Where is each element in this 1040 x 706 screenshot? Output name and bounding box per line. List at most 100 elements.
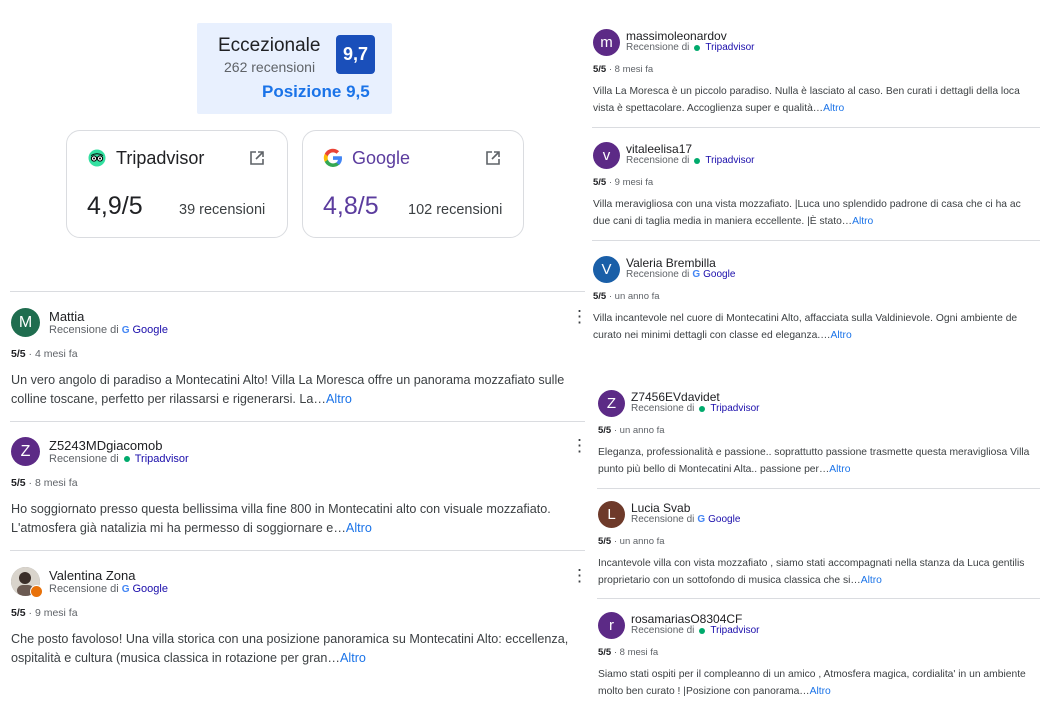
platform-rating: 4,9/5 bbox=[87, 192, 143, 220]
more-link[interactable]: Altro bbox=[831, 330, 852, 341]
more-link[interactable]: Altro bbox=[861, 575, 882, 586]
review-meta: 5/5 · 8 mesi fa bbox=[593, 64, 654, 75]
review-meta: 5/5 · 9 mesi fa bbox=[593, 177, 654, 188]
review-text-line: Villa La Moresca è un piccolo paradiso. … bbox=[593, 86, 1020, 97]
divider bbox=[10, 421, 585, 422]
google-logo-icon bbox=[322, 147, 344, 169]
source-prefix: Recensione di bbox=[626, 269, 690, 280]
divider bbox=[592, 240, 1040, 241]
avatar: M bbox=[11, 308, 40, 337]
more-link[interactable]: Altro bbox=[823, 103, 844, 114]
google-small-icon: G bbox=[697, 514, 706, 525]
review-text-line: Villa meravigliosa con una vista mozzafi… bbox=[593, 199, 1021, 210]
review-source: Recensione di Tripadvisor bbox=[626, 155, 754, 166]
tripadvisor-small-icon bbox=[699, 405, 706, 412]
review-meta: 5/5 · 8 mesi fa bbox=[11, 477, 78, 489]
divider bbox=[597, 598, 1040, 599]
source-link[interactable]: Google bbox=[708, 514, 740, 525]
tripadvisor-logo-icon bbox=[88, 149, 106, 167]
score-badge: 9,7 bbox=[336, 35, 375, 74]
source-prefix: Recensione di bbox=[631, 625, 695, 636]
review-text-line: vista è spettacolare. Accoglienza super … bbox=[593, 103, 845, 114]
source-prefix: Recensione di bbox=[49, 583, 119, 595]
review-source: Recensione di G Google bbox=[631, 514, 740, 525]
review-text-line: curato nei minimi dettagli con classe ed… bbox=[593, 330, 852, 341]
review-source: Recensione di Tripadvisor bbox=[49, 453, 189, 465]
review-card: Valentina Zona Recensione di G Google ⋮ … bbox=[10, 565, 588, 675]
more-options-icon[interactable]: ⋮ bbox=[571, 567, 588, 584]
avatar: r bbox=[598, 612, 625, 639]
reviewer-name: Mattia bbox=[49, 309, 85, 324]
source-link[interactable]: Tripadvisor bbox=[135, 453, 189, 465]
more-options-icon[interactable]: ⋮ bbox=[571, 437, 588, 454]
review-meta: 5/5 · un anno fa bbox=[598, 425, 665, 436]
divider bbox=[592, 127, 1040, 128]
source-prefix: Recensione di bbox=[631, 403, 695, 414]
review-source: Recensione di Tripadvisor bbox=[631, 403, 759, 414]
review-text-line: Incantevole villa con vista mozzafiato ,… bbox=[598, 558, 1025, 569]
review-card: r rosamariasO8304CF Recensione di Tripadvis… bbox=[597, 611, 1040, 706]
source-link[interactable]: Google bbox=[703, 269, 735, 280]
review-text-line: Eleganza, professionalità e passione.. s… bbox=[598, 447, 1030, 458]
review-card: Z Z5243MDgiacomob Recensione di Tripadvi… bbox=[10, 435, 588, 545]
source-link[interactable]: Tripadvisor bbox=[710, 403, 759, 414]
platform-review-count: 39 recensioni bbox=[179, 202, 266, 218]
review-meta: 5/5 · 8 mesi fa bbox=[598, 647, 659, 658]
review-meta: 5/5 · 4 mesi fa bbox=[11, 348, 78, 360]
platform-review-count: 102 recensioni bbox=[408, 202, 503, 218]
tripadvisor-small-icon bbox=[694, 157, 701, 164]
more-link[interactable]: Altro bbox=[810, 686, 831, 697]
review-meta: 5/5 · un anno fa bbox=[593, 291, 660, 302]
platform-rating: 4,8/5 bbox=[323, 192, 379, 220]
google-card[interactable]: Google 4,8/5 102 recensioni bbox=[302, 130, 524, 238]
external-link-icon[interactable] bbox=[248, 149, 266, 167]
review-card: M Mattia Recensione di G Google ⋮ 5/5 · … bbox=[10, 306, 588, 416]
review-card: V Valeria Brembilla Recensione di G Google 5/… bbox=[592, 255, 1040, 350]
source-link[interactable]: Tripadvisor bbox=[710, 625, 759, 636]
avatar: L bbox=[598, 501, 625, 528]
reviewer-name: Z7456EVdavidet bbox=[631, 390, 720, 404]
more-link[interactable]: Altro bbox=[340, 651, 366, 665]
avatar: V bbox=[593, 256, 620, 283]
divider bbox=[10, 550, 585, 551]
more-link[interactable]: Altro bbox=[829, 464, 850, 475]
review-text-line: proprietario con un sottofondo di musica… bbox=[598, 575, 882, 586]
avatar: Z bbox=[11, 437, 40, 466]
review-card: L Lucia Svab Recensione di G Google 5/5 · un … bbox=[597, 500, 1040, 595]
badge-icon bbox=[30, 585, 43, 598]
avatar: Z bbox=[598, 390, 625, 417]
source-prefix: Recensione di bbox=[49, 453, 119, 465]
source-link[interactable]: Google bbox=[133, 583, 168, 595]
more-link[interactable]: Altro bbox=[326, 392, 352, 406]
tripadvisor-card[interactable]: Tripadvisor 4,9/5 39 recensioni bbox=[66, 130, 288, 238]
source-prefix: Recensione di bbox=[626, 155, 690, 166]
review-meta: 5/5 · 9 mesi fa bbox=[11, 607, 78, 619]
reviewer-name: Lucia Svab bbox=[631, 501, 691, 515]
review-card: v vitaleelisa17 Recensione di Tripadvisor 5/… bbox=[592, 141, 1040, 236]
review-source: Recensione di G Google bbox=[49, 324, 168, 336]
divider bbox=[10, 291, 585, 292]
review-text-line: punto più bello di Montecatini Alta.. pa… bbox=[598, 464, 851, 475]
source-link[interactable]: Tripadvisor bbox=[705, 42, 754, 53]
tripadvisor-small-icon bbox=[699, 627, 706, 634]
source-prefix: Recensione di bbox=[631, 514, 695, 525]
reviewer-name: Valeria Brembilla bbox=[626, 256, 716, 270]
external-link-icon[interactable] bbox=[484, 149, 502, 167]
platform-name: Google bbox=[352, 148, 411, 168]
reviewer-name: Z5243MDgiacomob bbox=[49, 438, 163, 453]
source-link[interactable]: Tripadvisor bbox=[705, 155, 754, 166]
review-text: Ho soggiornato presso questa bellissima … bbox=[11, 502, 551, 535]
review-source: Recensione di G Google bbox=[626, 269, 735, 280]
more-link[interactable]: Altro bbox=[346, 521, 372, 535]
score-review-count: 262 recensioni bbox=[224, 59, 316, 75]
google-small-icon: G bbox=[121, 324, 130, 336]
reviewer-name: Valentina Zona bbox=[49, 568, 136, 583]
more-options-icon[interactable]: ⋮ bbox=[571, 308, 588, 325]
source-link[interactable]: Google bbox=[133, 324, 168, 336]
more-link[interactable]: Altro bbox=[852, 216, 873, 227]
source-prefix: Recensione di bbox=[626, 42, 690, 53]
review-text: Un vero angolo di paradiso a Montecatini… bbox=[11, 373, 565, 406]
avatar: m bbox=[593, 29, 620, 56]
review-text-line: Siamo stati ospiti per il compleanno di … bbox=[598, 669, 1026, 680]
tripadvisor-small-icon bbox=[694, 44, 701, 51]
